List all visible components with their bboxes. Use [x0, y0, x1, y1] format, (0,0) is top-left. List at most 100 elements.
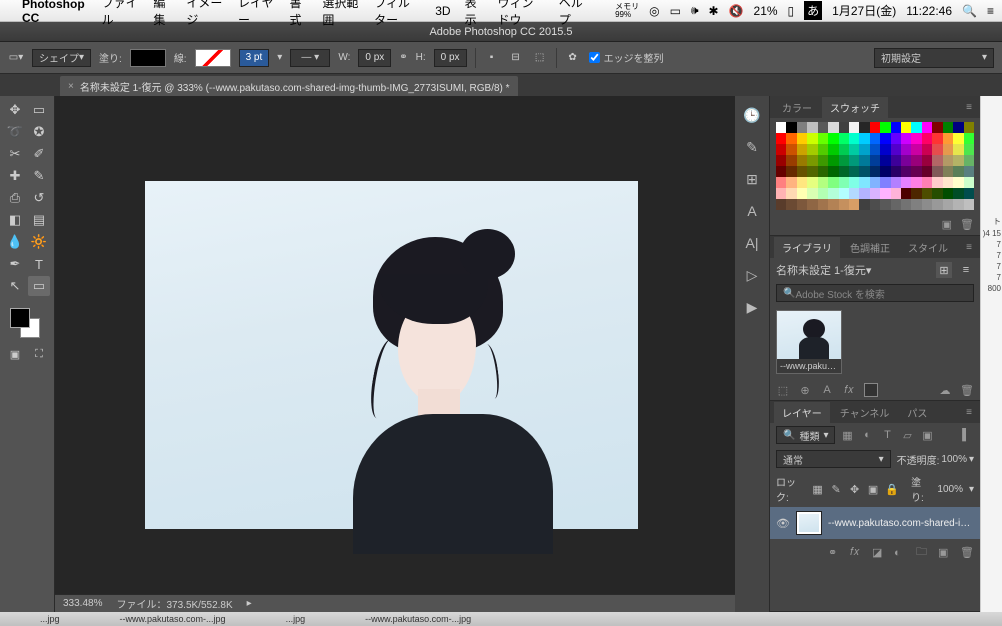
- add-layer-style-icon[interactable]: A: [820, 383, 834, 397]
- swatch[interactable]: [964, 188, 974, 199]
- swatch[interactable]: [880, 188, 890, 199]
- character-panel-icon[interactable]: A: [743, 202, 761, 220]
- eraser-tool[interactable]: ◧: [4, 210, 26, 230]
- swatch[interactable]: [964, 177, 974, 188]
- swatch[interactable]: [807, 199, 817, 210]
- foreground-color[interactable]: [10, 308, 30, 328]
- menubar-date[interactable]: 1月27日(金): [832, 2, 896, 19]
- swatch[interactable]: [786, 144, 796, 155]
- swatch[interactable]: [922, 144, 932, 155]
- swatch[interactable]: [922, 122, 932, 133]
- swatch[interactable]: [839, 166, 849, 177]
- move-tool[interactable]: ✥: [4, 100, 26, 120]
- add-graphic-icon[interactable]: ⬚: [776, 383, 790, 397]
- swatch[interactable]: [818, 166, 828, 177]
- swatch[interactable]: [922, 177, 932, 188]
- filter-smart-icon[interactable]: ▣: [919, 427, 935, 443]
- swatch[interactable]: [891, 166, 901, 177]
- menu-filter[interactable]: フィルター: [374, 0, 421, 28]
- swatch[interactable]: [901, 122, 911, 133]
- paragraph-panel-icon[interactable]: A|: [743, 234, 761, 252]
- lock-pixel-icon[interactable]: ✎: [830, 482, 843, 496]
- path-select-tool[interactable]: ↖: [4, 276, 26, 296]
- cloud-icon[interactable]: ☁: [938, 383, 952, 397]
- list-view-icon[interactable]: ≡: [958, 262, 974, 278]
- lasso-tool[interactable]: ➰: [4, 122, 26, 142]
- tab-paths[interactable]: パス: [899, 402, 935, 423]
- swatch[interactable]: [943, 166, 953, 177]
- wifi-icon[interactable]: 🕪: [691, 3, 699, 18]
- new-layer-icon[interactable]: ▣: [938, 546, 952, 559]
- spotlight-icon[interactable]: 🔍: [962, 4, 977, 18]
- swatch[interactable]: [849, 155, 859, 166]
- swatch[interactable]: [797, 144, 807, 155]
- canvas-area[interactable]: 333.48% ファイル：373.5K/552.8K ▸: [55, 96, 735, 612]
- swatch[interactable]: [828, 144, 838, 155]
- swatch[interactable]: [776, 122, 786, 133]
- swatch[interactable]: [859, 133, 869, 144]
- swatch[interactable]: [797, 155, 807, 166]
- gear-icon[interactable]: ✿: [565, 50, 581, 66]
- tab-adjustments[interactable]: 色調補正: [842, 237, 898, 258]
- swatch[interactable]: [818, 122, 828, 133]
- swatch[interactable]: [901, 188, 911, 199]
- mask-icon[interactable]: ◪: [872, 546, 886, 559]
- swatch[interactable]: [964, 199, 974, 210]
- swatch[interactable]: [943, 133, 953, 144]
- swatch[interactable]: [911, 122, 921, 133]
- swatch[interactable]: [807, 177, 817, 188]
- swatch[interactable]: [870, 188, 880, 199]
- swatch[interactable]: [932, 155, 942, 166]
- swatch[interactable]: [839, 122, 849, 133]
- stamp-tool[interactable]: ⎙: [4, 188, 26, 208]
- zoom-level[interactable]: 333.48%: [63, 598, 102, 609]
- swatch[interactable]: [859, 122, 869, 133]
- swatch[interactable]: [818, 144, 828, 155]
- swatch[interactable]: [870, 177, 880, 188]
- swatch[interactable]: [891, 177, 901, 188]
- swatch[interactable]: [839, 188, 849, 199]
- layer-row[interactable]: 👁 --www.pakutaso.com-shared-img-th...: [770, 507, 980, 539]
- document-tab[interactable]: × 名称未設定 1-復元 @ 333% (--www.pakutaso.com-…: [60, 76, 518, 96]
- fx-icon[interactable]: 𝑓𝑥: [850, 546, 864, 559]
- add-color-icon[interactable]: [864, 383, 878, 397]
- swatch[interactable]: [891, 133, 901, 144]
- swatch[interactable]: [943, 199, 953, 210]
- bluetooth-icon[interactable]: ✱: [709, 4, 719, 18]
- stroke-swatch[interactable]: [195, 49, 231, 67]
- stock-search-input[interactable]: 🔍 Adobe Stock を検索: [776, 284, 974, 302]
- swatch[interactable]: [807, 188, 817, 199]
- app-name[interactable]: Photoshop CC: [22, 0, 88, 25]
- panel-menu-icon[interactable]: ≡: [962, 102, 976, 113]
- fg-bg-colors[interactable]: [4, 306, 50, 342]
- dock-file[interactable]: --www.pakutaso.com-...jpg: [120, 614, 226, 624]
- swatch[interactable]: [849, 177, 859, 188]
- library-item[interactable]: --www.pakutaso...: [776, 310, 842, 374]
- swatch[interactable]: [849, 144, 859, 155]
- swatch[interactable]: [943, 144, 953, 155]
- canvas[interactable]: [145, 181, 638, 529]
- swatch[interactable]: [911, 133, 921, 144]
- trash-icon[interactable]: 🗑: [960, 383, 974, 397]
- opacity-value[interactable]: 100%: [941, 454, 967, 465]
- swatch[interactable]: [839, 199, 849, 210]
- swatch[interactable]: [953, 199, 963, 210]
- filter-type-icon[interactable]: T: [879, 427, 895, 443]
- swatch[interactable]: [943, 155, 953, 166]
- play-panel-icon[interactable]: ▶: [743, 298, 761, 316]
- menu-select[interactable]: 選択範囲: [322, 0, 360, 28]
- swatch[interactable]: [807, 122, 817, 133]
- swatch[interactable]: [943, 122, 953, 133]
- swatch[interactable]: [807, 155, 817, 166]
- swatch[interactable]: [807, 133, 817, 144]
- swatch[interactable]: [932, 166, 942, 177]
- swatch[interactable]: [953, 166, 963, 177]
- swatch[interactable]: [953, 177, 963, 188]
- swatch[interactable]: [880, 166, 890, 177]
- swatch[interactable]: [932, 144, 942, 155]
- brush-presets-icon[interactable]: ⊞: [743, 170, 761, 188]
- fill-swatch[interactable]: [130, 49, 166, 67]
- shape-mode-select[interactable]: シェイプ ▾: [32, 49, 91, 67]
- swatch[interactable]: [828, 166, 838, 177]
- swatch[interactable]: [797, 133, 807, 144]
